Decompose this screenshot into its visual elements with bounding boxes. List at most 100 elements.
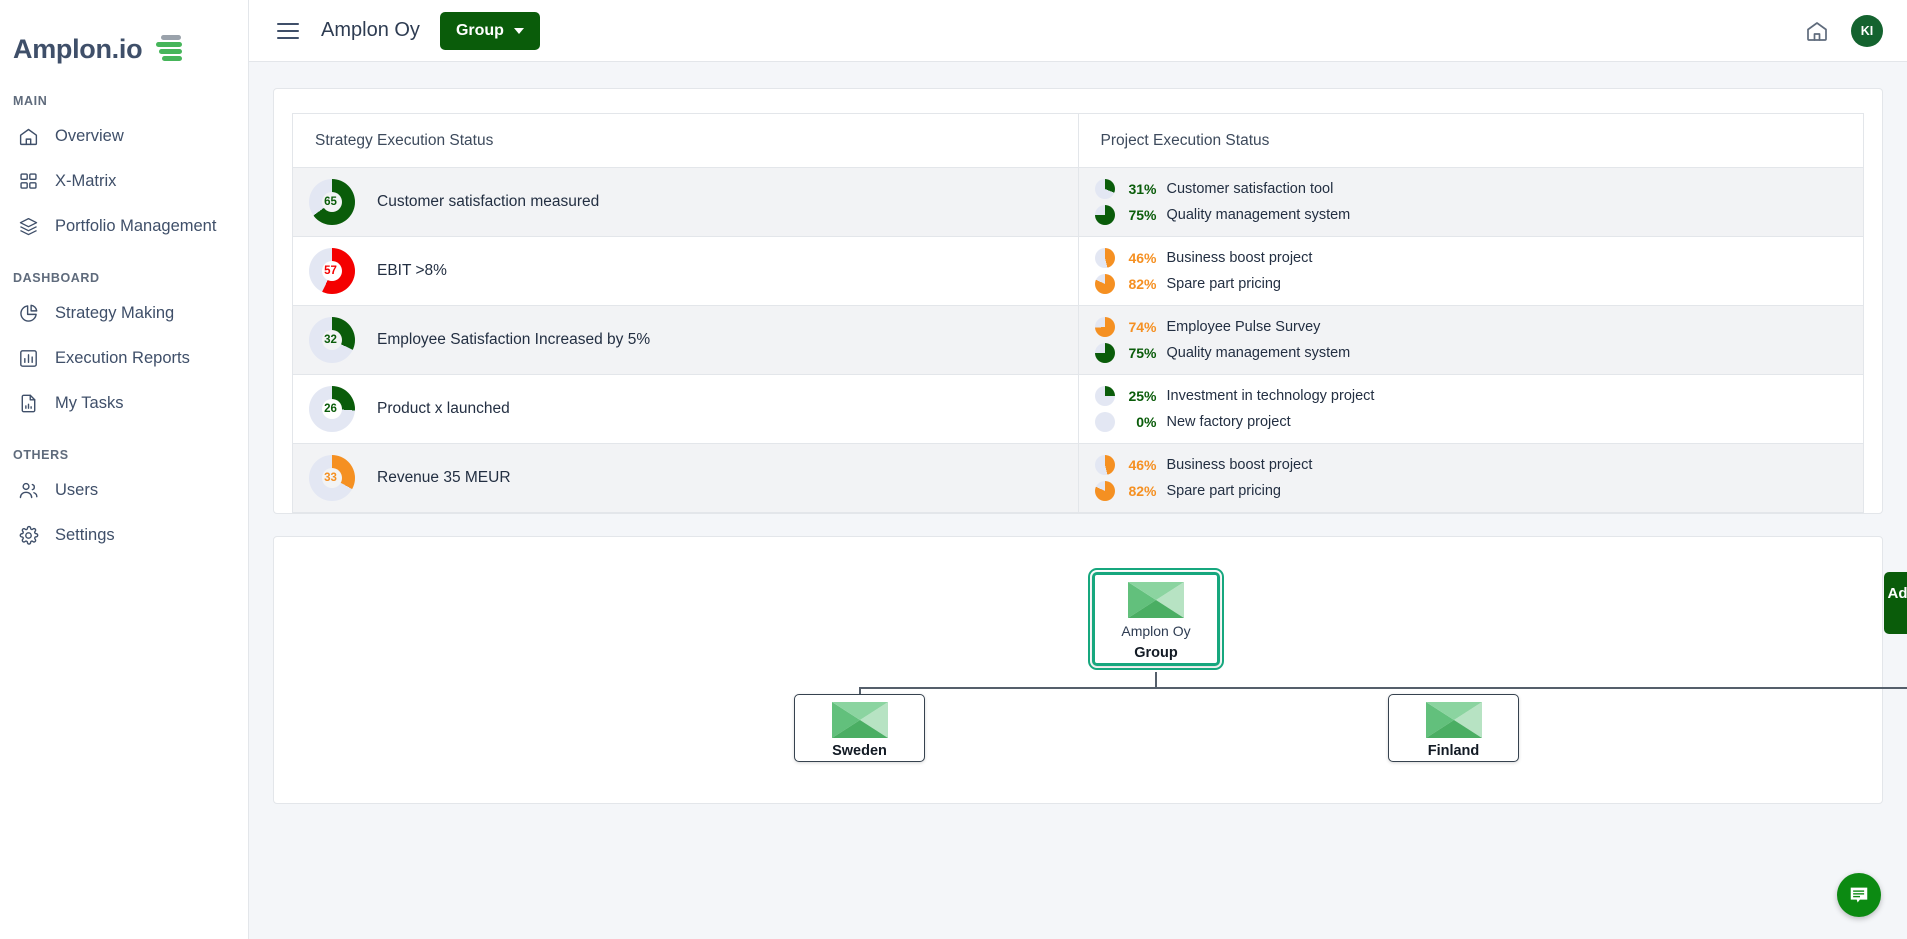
project-percent: 82% <box>1115 276 1167 292</box>
sidebar-item-label: Strategy Making <box>55 304 174 323</box>
document-chart-icon <box>17 393 39 415</box>
project-name: Investment in technology project <box>1167 388 1375 404</box>
strategy-donut-value: 33 <box>309 455 355 501</box>
project-percent: 46% <box>1115 457 1167 473</box>
connector-bar <box>859 687 1907 689</box>
add-organization-unit-button[interactable]: Add Organization Unit <box>1884 572 1907 634</box>
sidebar-section: DASHBOARD Strategy Making Execution Report… <box>0 271 248 426</box>
project-percent: 46% <box>1115 250 1167 266</box>
strategy-donut-value: 57 <box>309 248 355 294</box>
main-area: Amplon Oy Group KI <box>249 0 1907 939</box>
strategy-donut-value: 65 <box>309 179 355 225</box>
project-row: 25%Investment in technology project <box>1095 386 1864 406</box>
project-percent: 82% <box>1115 483 1167 499</box>
sidebar-section-title: MAIN <box>0 94 248 114</box>
strategy-cell: 65 Customer satisfaction measured <box>293 168 1079 237</box>
org-node-sweden[interactable]: Sweden <box>794 694 925 762</box>
execution-status-card: Strategy Execution Status Project Execut… <box>273 88 1883 514</box>
bar-chart-icon <box>17 348 39 370</box>
brand-name: Amplon.io <box>13 34 142 65</box>
org-node-sub: Group <box>1134 645 1178 661</box>
strategy-label: EBIT >8% <box>377 262 447 280</box>
project-name: Business boost project <box>1167 250 1313 266</box>
project-cell: 25%Investment in technology project0%New… <box>1078 375 1864 444</box>
sidebar-item-label: Portfolio Management <box>55 217 216 236</box>
sidebar-item-label: My Tasks <box>55 394 123 413</box>
project-pie-chart <box>1095 248 1115 268</box>
sidebar-item-execution-reports[interactable]: Execution Reports <box>0 336 248 381</box>
project-pie-chart <box>1095 205 1115 225</box>
strategy-donut-chart: 26 <box>309 386 355 432</box>
project-percent: 31% <box>1115 181 1167 197</box>
project-pie-chart <box>1095 343 1115 363</box>
grid-icon <box>17 171 39 193</box>
org-node-root[interactable]: Amplon Oy Group <box>1092 572 1220 666</box>
sidebar-item-label: Settings <box>55 526 115 545</box>
strategy-column-header: Strategy Execution Status <box>293 114 1079 168</box>
project-cell: 31%Customer satisfaction tool 75%Quality … <box>1078 168 1864 237</box>
project-name: Customer satisfaction tool <box>1167 181 1334 197</box>
gear-icon <box>17 525 39 547</box>
strategy-donut-chart: 65 <box>309 179 355 225</box>
sidebar-section-title: DASHBOARD <box>0 271 248 291</box>
avatar[interactable]: KI <box>1851 15 1883 47</box>
project-row: 0%New factory project <box>1095 412 1864 432</box>
project-percent: 0% <box>1115 414 1167 430</box>
app-root: Amplon.io MAINOverview X-Matrix Portfolio … <box>0 0 1907 939</box>
project-name: New factory project <box>1167 414 1291 430</box>
sidebar-item-settings[interactable]: Settings <box>0 513 248 558</box>
sidebar-item-portfolio-management[interactable]: Portfolio Management <box>0 204 248 249</box>
strategy-cell: 26Product x launched <box>293 375 1079 444</box>
brand-logo[interactable]: Amplon.io <box>0 18 248 72</box>
project-row: 82%Spare part pricing <box>1095 274 1864 294</box>
project-pie-chart <box>1095 179 1115 199</box>
group-selector-button[interactable]: Group <box>440 12 540 50</box>
project-row: 74%Employee Pulse Survey <box>1095 317 1864 337</box>
project-row: 46%Business boost project <box>1095 248 1864 268</box>
sidebar-item-x-matrix[interactable]: X-Matrix <box>0 159 248 204</box>
sidebar-item-my-tasks[interactable]: My Tasks <box>0 381 248 426</box>
strategy-donut-chart: 33 <box>309 455 355 501</box>
project-cell: 46%Business boost project82%Spare part p… <box>1078 444 1864 513</box>
strategy-donut-chart: 32 <box>309 317 355 363</box>
hamburger-icon[interactable] <box>277 23 299 39</box>
table-row: 33Revenue 35 MEUR46%Business boost proje… <box>293 444 1864 513</box>
org-node-sub: Sweden <box>832 743 887 759</box>
project-percent: 25% <box>1115 388 1167 404</box>
sidebar-item-label: Users <box>55 481 98 500</box>
project-name: Business boost project <box>1167 457 1313 473</box>
sidebar-item-users[interactable]: Users <box>0 468 248 513</box>
org-node-name: Amplon Oy <box>1121 623 1190 639</box>
sidebar-item-label: X-Matrix <box>55 172 116 191</box>
sidebar-item-strategy-making[interactable]: Strategy Making <box>0 291 248 336</box>
image-placeholder-icon <box>832 702 888 738</box>
sidebar-section-title: OTHERS <box>0 448 248 468</box>
project-name: Quality management system <box>1167 207 1351 223</box>
strategy-label: Customer satisfaction measured <box>377 193 599 211</box>
sidebar-item-overview[interactable]: Overview <box>0 114 248 159</box>
group-selector-label: Group <box>456 22 504 40</box>
org-node-finland[interactable]: Finland <box>1388 694 1519 762</box>
project-name: Quality management system <box>1167 345 1351 361</box>
project-percent: 74% <box>1115 319 1167 335</box>
table-row: 65 Customer satisfaction measured 31%Custo… <box>293 168 1864 237</box>
project-cell: 46%Business boost project 82%Spare part p… <box>1078 237 1864 306</box>
users-icon <box>17 480 39 502</box>
project-pie-chart <box>1095 412 1115 432</box>
home-icon[interactable] <box>1805 19 1829 43</box>
pie-chart-icon <box>17 303 39 325</box>
org-chart-card: Amplon Oy Group Sweden Finland Add Organ… <box>273 536 1883 804</box>
home-icon <box>17 126 39 148</box>
project-pie-chart <box>1095 274 1115 294</box>
table-row: 26Product x launched 25%Investment in tec… <box>293 375 1864 444</box>
sidebar-section: MAINOverview X-Matrix Portfolio Management <box>0 94 248 249</box>
strategy-donut-value: 32 <box>309 317 355 363</box>
sidebar: Amplon.io MAINOverview X-Matrix Portfolio … <box>0 0 249 939</box>
project-row: 75%Quality management system <box>1095 205 1864 225</box>
org-node-sub: Finland <box>1428 743 1480 759</box>
chat-bubble-icon[interactable] <box>1837 873 1881 917</box>
strategy-cell: 57 EBIT >8% <box>293 237 1079 306</box>
project-percent: 75% <box>1115 345 1167 361</box>
sidebar-section: OTHERS Users Settings <box>0 448 248 558</box>
topbar: Amplon Oy Group KI <box>249 0 1907 62</box>
